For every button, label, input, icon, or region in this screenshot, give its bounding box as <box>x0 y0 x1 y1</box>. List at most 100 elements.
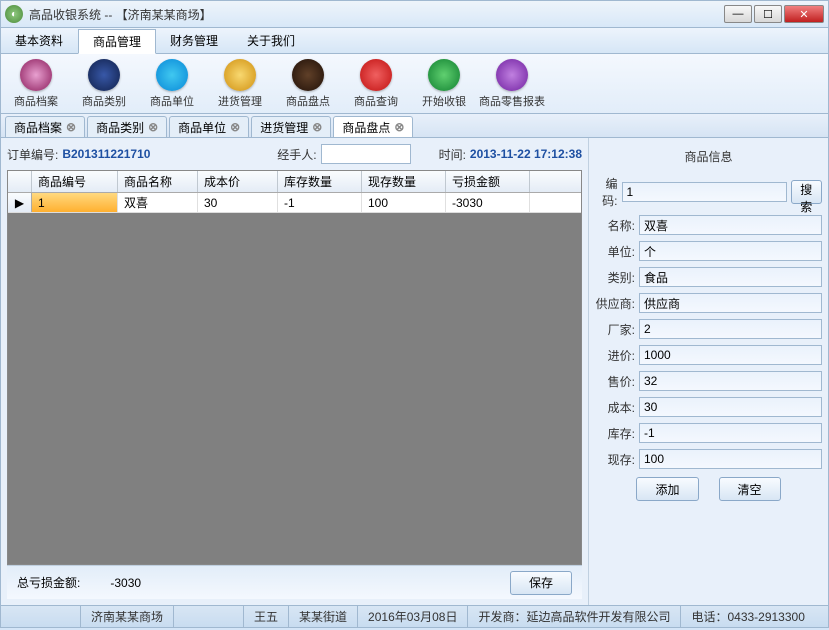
tool-start-pos[interactable]: 开始收银 <box>417 58 471 109</box>
handler-input[interactable] <box>321 144 411 164</box>
category-input[interactable] <box>639 267 822 287</box>
status-dev: 开发商：延边高品软件开发有限公司 <box>468 606 681 627</box>
row-indicator-icon: ▶ <box>8 193 32 212</box>
cell-cost: 30 <box>198 193 278 212</box>
menu-about[interactable]: 关于我们 <box>233 28 310 53</box>
inventory-icon <box>292 59 324 91</box>
minimize-button[interactable]: — <box>724 5 752 23</box>
tool-purchase[interactable]: 进货管理 <box>213 58 267 109</box>
supplier-label: 供应商: <box>595 295 639 312</box>
subtabs: 商品档案⊗ 商品类别⊗ 商品单位⊗ 进货管理⊗ 商品盘点⊗ <box>0 114 829 138</box>
detail-pane: 商品信息 编码:搜索 名称: 单位: 类别: 供应商: 厂家: 进价: 售价: … <box>588 138 828 605</box>
titlebar: ◐ 高品收银系统 -- 【济南某某商场】 — ☐ ✕ <box>0 0 829 28</box>
close-button[interactable]: ✕ <box>784 5 824 23</box>
cell-current: 100 <box>362 193 446 212</box>
app-icon: ◐ <box>5 5 23 23</box>
statusbar: 济南某某商场 王五 某某街道 2016年03月08日 开发商：延边高品软件开发有… <box>0 606 829 628</box>
purchase-icon <box>224 59 256 91</box>
purchase-label: 进价: <box>595 347 639 364</box>
col-current[interactable]: 现存数量 <box>362 171 446 192</box>
subtab-purchase[interactable]: 进货管理⊗ <box>251 116 331 137</box>
left-pane: 订单编号: B201311221710 经手人: 时间: 2013-11-22 … <box>1 138 588 605</box>
cost-input[interactable] <box>639 397 822 417</box>
save-button[interactable]: 保存 <box>510 571 572 595</box>
close-icon[interactable]: ⊗ <box>230 120 240 134</box>
tool-product-category[interactable]: 商品类别 <box>77 58 131 109</box>
status-street: 某某街道 <box>289 606 358 627</box>
time-value: 2013-11-22 17:12:38 <box>470 147 582 161</box>
purchase-input[interactable] <box>639 345 822 365</box>
cost-label: 成本: <box>595 399 639 416</box>
total-loss-value: -3030 <box>110 576 141 590</box>
col-stock[interactable]: 库存数量 <box>278 171 362 192</box>
table-row[interactable]: ▶ 1 双喜 30 -1 100 -3030 <box>8 193 581 213</box>
pos-icon <box>428 59 460 91</box>
col-loss[interactable]: 亏损金额 <box>446 171 530 192</box>
unit-icon <box>156 59 188 91</box>
query-icon <box>360 59 392 91</box>
col-code[interactable]: 商品编号 <box>32 171 118 192</box>
factory-label: 厂家: <box>595 321 639 338</box>
menubar: 基本资料 商品管理 财务管理 关于我们 <box>0 28 829 54</box>
tool-retail-report[interactable]: 商品零售报表 <box>485 58 539 109</box>
totals-bar: 总亏损金额: -3030 保存 <box>7 565 582 599</box>
close-icon[interactable]: ⊗ <box>394 120 404 134</box>
toolbar: 商品档案 商品类别 商品单位 进货管理 商品盘点 商品查询 开始收银 商品零售报… <box>0 54 829 114</box>
unit-label: 单位: <box>595 243 639 260</box>
archive-icon <box>20 59 52 91</box>
cell-name: 双喜 <box>118 193 198 212</box>
menu-product-mgmt[interactable]: 商品管理 <box>78 29 156 54</box>
data-grid[interactable]: 商品编号 商品名称 成本价 库存数量 现存数量 亏损金额 ▶ 1 双喜 30 -… <box>7 170 582 565</box>
col-cost[interactable]: 成本价 <box>198 171 278 192</box>
current-input[interactable] <box>639 449 822 469</box>
search-button[interactable]: 搜索 <box>791 180 823 204</box>
detail-title: 商品信息 <box>595 144 822 175</box>
total-loss-label: 总亏损金额: <box>17 574 80 591</box>
cell-loss: -3030 <box>446 193 530 212</box>
tool-product-unit[interactable]: 商品单位 <box>145 58 199 109</box>
name-label: 名称: <box>595 217 639 234</box>
add-button[interactable]: 添加 <box>636 477 698 501</box>
factory-input[interactable] <box>639 319 822 339</box>
tool-inventory[interactable]: 商品盘点 <box>281 58 335 109</box>
subtab-archive[interactable]: 商品档案⊗ <box>5 116 85 137</box>
cell-stock: -1 <box>278 193 362 212</box>
name-input[interactable] <box>639 215 822 235</box>
report-icon <box>496 59 528 91</box>
category-label: 类别: <box>595 269 639 286</box>
status-date: 2016年03月08日 <box>358 606 468 627</box>
close-icon[interactable]: ⊗ <box>312 120 322 134</box>
menu-basic-info[interactable]: 基本资料 <box>1 28 78 53</box>
unit-input[interactable] <box>639 241 822 261</box>
subtab-category[interactable]: 商品类别⊗ <box>87 116 167 137</box>
status-tel: 电话：0433-2913300 <box>681 606 814 627</box>
handler-label: 经手人: <box>277 146 316 163</box>
status-user: 王五 <box>244 606 289 627</box>
window-title: 高品收银系统 -- 【济南某某商场】 <box>29 6 724 23</box>
order-id-label: 订单编号: <box>7 146 58 163</box>
sale-input[interactable] <box>639 371 822 391</box>
col-name[interactable]: 商品名称 <box>118 171 198 192</box>
current-label: 现存: <box>595 451 639 468</box>
order-id-value: B201311221710 <box>62 147 150 161</box>
tool-query[interactable]: 商品查询 <box>349 58 403 109</box>
subtab-inventory[interactable]: 商品盘点⊗ <box>333 116 413 137</box>
sale-label: 售价: <box>595 373 639 390</box>
grid-header: 商品编号 商品名称 成本价 库存数量 现存数量 亏损金额 <box>8 171 581 193</box>
stock-input[interactable] <box>639 423 822 443</box>
stock-label: 库存: <box>595 425 639 442</box>
clear-button[interactable]: 清空 <box>719 477 781 501</box>
maximize-button[interactable]: ☐ <box>754 5 782 23</box>
category-icon <box>88 59 120 91</box>
menu-finance[interactable]: 财务管理 <box>156 28 233 53</box>
code-input[interactable] <box>622 182 787 202</box>
close-icon[interactable]: ⊗ <box>148 120 158 134</box>
tool-product-archive[interactable]: 商品档案 <box>9 58 63 109</box>
subtab-unit[interactable]: 商品单位⊗ <box>169 116 249 137</box>
col-indicator <box>8 171 32 192</box>
supplier-input[interactable] <box>639 293 822 313</box>
time-label: 时间: <box>439 146 466 163</box>
cell-code: 1 <box>32 193 118 212</box>
close-icon[interactable]: ⊗ <box>66 120 76 134</box>
status-store: 济南某某商场 <box>81 606 174 627</box>
